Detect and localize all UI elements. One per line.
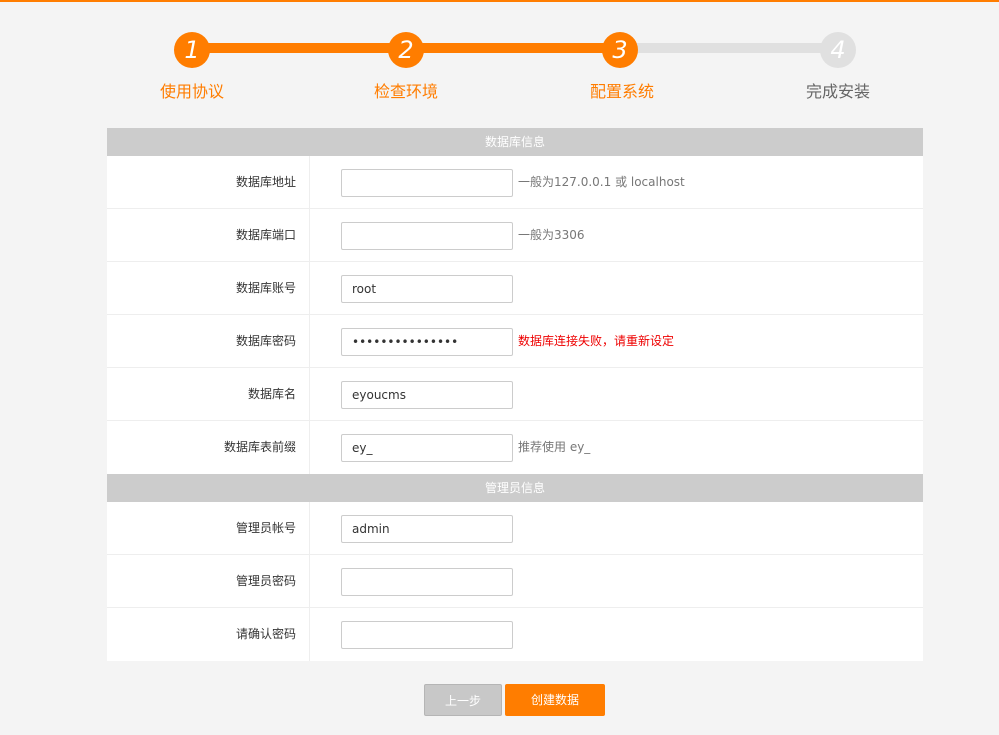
- db-name-row: 数据库名: [107, 368, 923, 421]
- step-3-label: 配置系统: [589, 82, 654, 101]
- step-1-circle: 1: [174, 32, 210, 68]
- database-section-header: 数据库信息: [107, 128, 923, 156]
- step-4-circle: 4: [820, 32, 856, 68]
- admin-confirm-input[interactable]: [341, 621, 513, 649]
- db-host-hint: 一般为127.0.0.1 或 localhost: [518, 175, 685, 189]
- db-prefix-label: 数据库表前缀: [107, 421, 310, 474]
- db-port-hint: 一般为3306: [518, 228, 585, 242]
- admin-confirm-label: 请确认密码: [107, 608, 310, 661]
- install-progress-steps: 1 2 3 4 使用协议 检查环境 配置系统 完成安装: [0, 0, 999, 110]
- db-name-label: 数据库名: [107, 368, 310, 420]
- db-prefix-hint: 推荐使用 ey_: [518, 440, 591, 454]
- create-data-button[interactable]: 创建数据: [505, 684, 605, 716]
- db-port-row: 数据库端口 一般为3306: [107, 209, 923, 262]
- admin-user-row: 管理员帐号: [107, 502, 923, 555]
- db-user-input[interactable]: [341, 275, 513, 303]
- db-host-input[interactable]: [341, 169, 513, 197]
- db-password-label: 数据库密码: [107, 315, 310, 367]
- admin-section-header: 管理员信息: [107, 474, 923, 502]
- admin-password-row: 管理员密码: [107, 555, 923, 608]
- step-1-label: 使用协议: [159, 82, 224, 101]
- admin-user-input[interactable]: [341, 515, 513, 543]
- db-password-error: 数据库连接失败，请重新设定: [518, 334, 675, 348]
- step-connector-1-2: [192, 43, 406, 53]
- db-host-label: 数据库地址: [107, 156, 310, 208]
- step-4-label: 完成安装: [805, 82, 870, 101]
- step-connector-2-3: [406, 43, 620, 53]
- db-port-input[interactable]: [341, 222, 513, 250]
- db-user-label: 数据库账号: [107, 262, 310, 314]
- db-password-input[interactable]: [341, 328, 513, 356]
- step-2-label: 检查环境: [373, 82, 438, 101]
- db-password-row: 数据库密码 数据库连接失败，请重新设定: [107, 315, 923, 368]
- admin-password-input[interactable]: [341, 568, 513, 596]
- db-prefix-input[interactable]: [341, 434, 513, 462]
- db-name-input[interactable]: [341, 381, 513, 409]
- admin-fields: 管理员帐号 管理员密码 请确认密码: [107, 502, 923, 661]
- db-port-label: 数据库端口: [107, 209, 310, 261]
- admin-password-label: 管理员密码: [107, 555, 310, 607]
- prev-step-button[interactable]: 上一步: [424, 684, 502, 716]
- admin-confirm-row: 请确认密码: [107, 608, 923, 661]
- form-actions: 上一步 创建数据: [0, 684, 999, 716]
- step-3-circle: 3: [602, 32, 638, 68]
- admin-user-label: 管理员帐号: [107, 502, 310, 554]
- step-connector-3-4: [620, 43, 838, 53]
- db-prefix-row: 数据库表前缀 推荐使用 ey_: [107, 421, 923, 474]
- config-form: 数据库信息 数据库地址 一般为127.0.0.1 或 localhost 数据库…: [107, 128, 923, 661]
- database-fields: 数据库地址 一般为127.0.0.1 或 localhost 数据库端口 一般为…: [107, 156, 923, 474]
- db-user-row: 数据库账号: [107, 262, 923, 315]
- step-2-circle: 2: [388, 32, 424, 68]
- db-host-row: 数据库地址 一般为127.0.0.1 或 localhost: [107, 156, 923, 209]
